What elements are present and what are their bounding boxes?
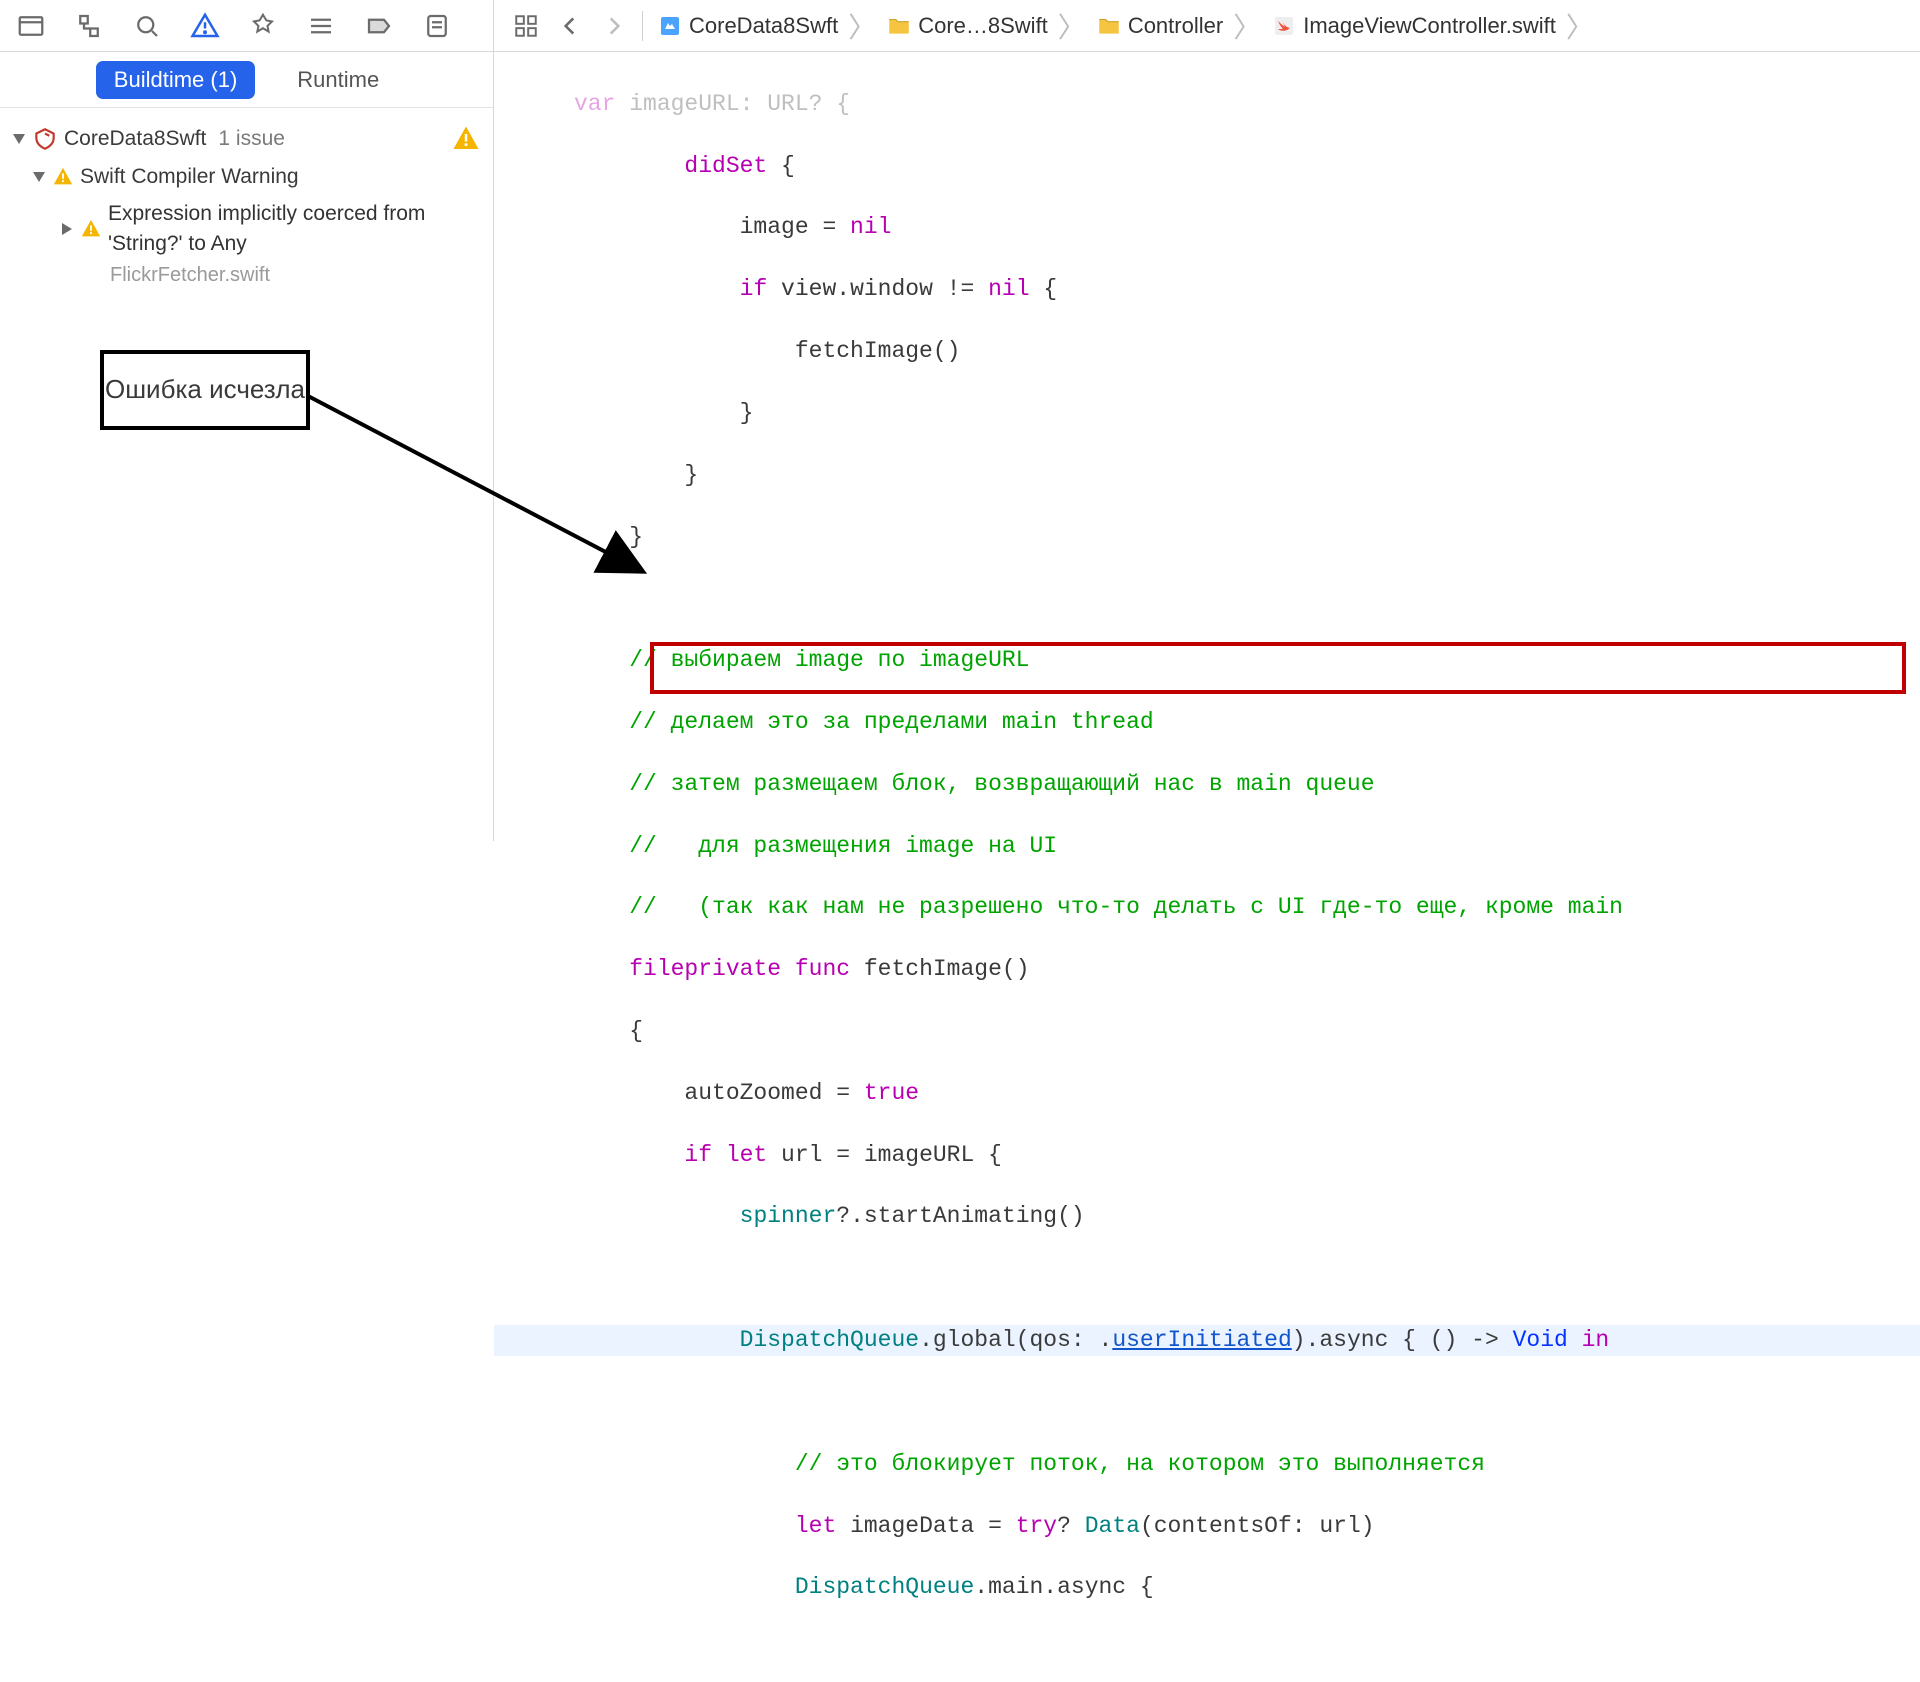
issue-row[interactable]: Expression implicitly coerced from 'Stri… — [8, 195, 485, 262]
breadcrumb-group-2[interactable]: Controller — [1088, 0, 1231, 51]
report-navigator-icon[interactable] — [412, 1, 462, 51]
jump-bar: CoreData8Swft 〉 Core…8Swift 〉 Controller… — [494, 0, 1920, 52]
issues-tree: CoreData8Swft 1 issue Swift Compiler War… — [0, 108, 493, 287]
chevron-right-icon: 〉 — [1056, 6, 1088, 46]
find-navigator-icon[interactable] — [122, 1, 172, 51]
code-line: // это блокирует поток, на котором это в… — [494, 1449, 1920, 1480]
related-items-icon[interactable] — [504, 4, 548, 48]
issue-message: Expression implicitly coerced from 'Stri… — [108, 199, 481, 258]
project-name: CoreData8Swft — [64, 124, 206, 153]
warning-icon — [451, 124, 481, 154]
code-line: fileprivate func fetchImage() — [494, 954, 1920, 985]
issue-file: FlickrFetcher.swift — [8, 262, 485, 287]
project-navigator-icon[interactable] — [6, 1, 56, 51]
code-line: image = nil — [494, 212, 1920, 243]
scope-tabs: Buildtime (1) Runtime — [0, 52, 493, 108]
breadcrumb-file[interactable]: ImageViewController.swift — [1263, 0, 1564, 51]
tab-buildtime[interactable]: Buildtime (1) — [96, 61, 255, 99]
warning-icon — [80, 218, 102, 240]
issue-count: 1 issue — [218, 124, 285, 153]
highlighted-code-line: DispatchQueue.global(qos: .userInitiated… — [494, 1325, 1920, 1356]
debug-navigator-icon[interactable] — [296, 1, 346, 51]
code-line: // выбираем image по imageURL — [494, 645, 1920, 676]
code-line: // (так как нам не разрешено что-то дела… — [494, 892, 1920, 923]
code-line: // затем размещаем блок, возвращающий на… — [494, 769, 1920, 800]
code-line: } — [494, 522, 1920, 553]
code-line: if let url = imageURL { — [494, 1140, 1920, 1171]
code-line: let imageData = try? Data(contentsOf: ur… — [494, 1511, 1920, 1542]
qos-userinitiated-link[interactable]: userInitiated — [1112, 1327, 1291, 1353]
code-line — [494, 583, 1920, 614]
code-line — [494, 1387, 1920, 1418]
back-button[interactable] — [548, 4, 592, 48]
breadcrumb-project[interactable]: CoreData8Swft — [649, 0, 846, 51]
folder-icon — [886, 13, 912, 39]
code-line: } — [494, 460, 1920, 491]
code-line: if view.window != nil { — [494, 274, 1920, 305]
chevron-right-icon: 〉 — [1564, 6, 1596, 46]
code-line: didSet { — [494, 151, 1920, 182]
category-row[interactable]: Swift Compiler Warning — [8, 158, 485, 195]
navigator-panel: Buildtime (1) Runtime CoreData8Swft 1 is… — [0, 0, 494, 841]
code-line: // делаем это за пределами main thread — [494, 707, 1920, 738]
code-line: fetchImage() — [494, 336, 1920, 367]
warning-icon — [52, 166, 74, 188]
folder-icon — [1096, 13, 1122, 39]
code-line: var imageURL: URL? { — [494, 89, 1920, 120]
xcode-project-icon — [657, 13, 683, 39]
annotation-label: Ошибка исчезла — [100, 350, 310, 430]
category-label: Swift Compiler Warning — [80, 162, 299, 191]
code-line: { — [494, 1016, 1920, 1047]
test-navigator-icon[interactable] — [238, 1, 288, 51]
disclosure-triangle-icon[interactable] — [13, 134, 25, 144]
breadcrumb-group-1[interactable]: Core…8Swift — [878, 0, 1056, 51]
swift-file-icon — [1271, 13, 1297, 39]
code-line: // для размещения image на UI — [494, 831, 1920, 862]
source-editor[interactable]: var imageURL: URL? { didSet { image = ni… — [494, 52, 1920, 1682]
forward-button[interactable] — [592, 4, 636, 48]
disclosure-triangle-icon[interactable] — [33, 172, 45, 182]
project-row[interactable]: CoreData8Swft 1 issue — [8, 114, 485, 158]
chevron-right-icon: 〉 — [1231, 6, 1263, 46]
disclosure-triangle-icon[interactable] — [62, 223, 72, 235]
tab-runtime[interactable]: Runtime — [279, 61, 397, 99]
code-line: DispatchQueue.main.async { — [494, 1572, 1920, 1603]
chevron-right-icon: 〉 — [846, 6, 878, 46]
editor-area: CoreData8Swft 〉 Core…8Swift 〉 Controller… — [494, 0, 1920, 841]
navigator-toolbar — [0, 0, 493, 52]
code-line: autoZoomed = true — [494, 1078, 1920, 1109]
symbol-navigator-icon[interactable] — [64, 1, 114, 51]
code-line: } — [494, 398, 1920, 429]
code-line: spinner?.startAnimating() — [494, 1201, 1920, 1232]
breakpoint-navigator-icon[interactable] — [354, 1, 404, 51]
code-line — [494, 1263, 1920, 1294]
xcode-project-icon — [32, 126, 58, 152]
issues-navigator-icon[interactable] — [180, 1, 230, 51]
